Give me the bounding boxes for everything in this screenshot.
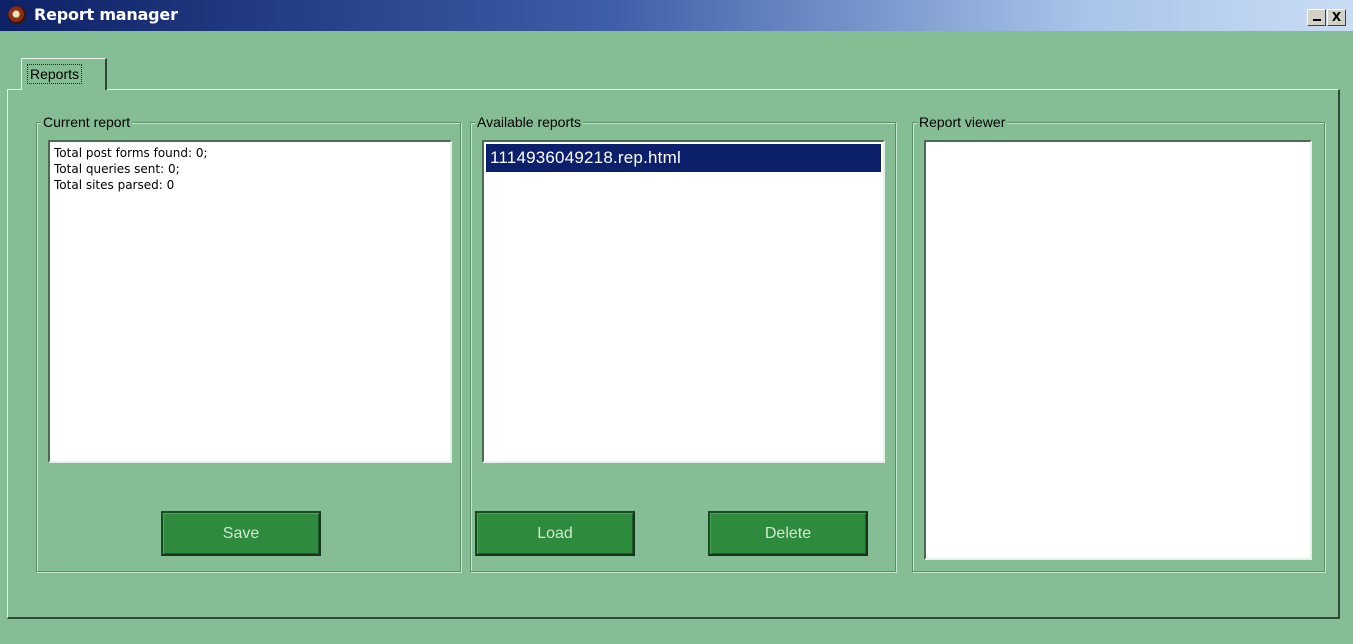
minimize-icon: [1312, 19, 1321, 21]
title-bar[interactable]: Report manager X: [0, 0, 1353, 31]
load-button[interactable]: Load: [475, 511, 635, 556]
close-button[interactable]: X: [1327, 9, 1346, 26]
available-reports-list[interactable]: 1114936049218.rep.html: [482, 140, 885, 463]
tab-reports-label: Reports: [27, 64, 83, 84]
report-line: Total queries sent: 0;: [54, 162, 180, 176]
report-line: Total sites parsed: 0: [54, 178, 175, 192]
window-title: Report manager: [34, 5, 178, 24]
current-report-title: Current report: [41, 114, 133, 130]
app-icon: [8, 6, 26, 24]
current-report-textarea[interactable]: Total post forms found: 0; Total queries…: [48, 140, 452, 463]
report-viewer-title: Report viewer: [917, 114, 1008, 130]
tab-reports[interactable]: Reports: [21, 58, 107, 90]
available-reports-title: Available reports: [475, 114, 584, 130]
delete-button[interactable]: Delete: [708, 511, 868, 556]
report-viewer-pane[interactable]: [924, 140, 1312, 560]
report-list-item[interactable]: 1114936049218.rep.html: [486, 144, 881, 172]
save-button[interactable]: Save: [161, 511, 321, 556]
report-line: Total post forms found: 0;: [54, 146, 208, 160]
minimize-button[interactable]: [1307, 9, 1326, 26]
